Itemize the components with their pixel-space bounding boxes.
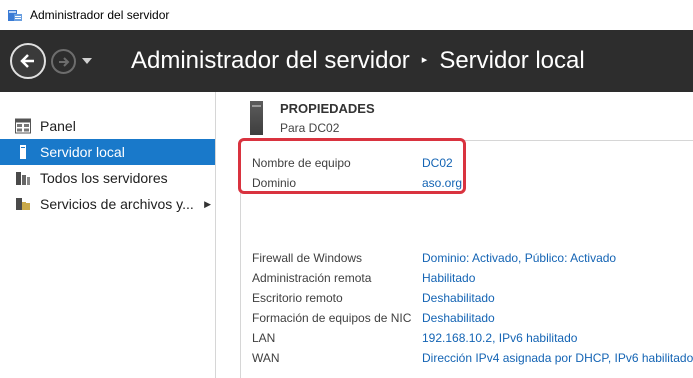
title-bar: Administrador del servidor (0, 0, 693, 30)
sidebar-item-local-server[interactable]: Servidor local (0, 139, 215, 165)
back-arrow-icon (20, 54, 34, 68)
back-button[interactable] (10, 43, 46, 79)
forward-button[interactable] (51, 49, 76, 74)
breadcrumb-separator-icon: ▸ (421, 53, 428, 66)
property-label: Formación de equipos de NIC (252, 311, 412, 325)
expand-arrow-icon[interactable]: ▶ (204, 199, 211, 210)
file-services-icon (15, 196, 31, 212)
sidebar-item-panel[interactable]: Panel (0, 113, 215, 139)
sidebar-item-label: Todos los servidores (40, 170, 168, 186)
sidebar-item-file-services[interactable]: Servicios de archivos y... ▶ (0, 191, 215, 217)
sidebar-item-label: Servicios de archivos y... (40, 196, 194, 212)
property-label: Firewall de Windows (252, 251, 363, 265)
firewall-link[interactable]: Dominio: Activado, Público: Activado (422, 251, 616, 265)
breadcrumb: Administrador del servidor ▸ Servidor lo… (131, 30, 585, 92)
sidebar-item-label: Servidor local (40, 144, 125, 160)
sidebar: Panel Servidor local Todos los servidore… (0, 92, 216, 378)
highlight-annotation (238, 138, 466, 194)
remote-management-link[interactable]: Habilitado (422, 271, 475, 285)
window-title: Administrador del servidor (30, 8, 170, 22)
servers-icon (15, 170, 31, 186)
properties-server-icon (250, 101, 263, 135)
properties-title: PROPIEDADES (280, 101, 375, 116)
forward-arrow-icon (58, 56, 69, 67)
property-row-remote-desktop: Escritorio remoto Deshabilitado (252, 291, 682, 309)
property-label: Escritorio remoto (252, 291, 343, 305)
server-icon (15, 144, 31, 160)
breadcrumb-current: Servidor local (439, 47, 585, 74)
lan-link[interactable]: 192.168.10.2, IPv6 habilitado (422, 331, 577, 345)
sidebar-item-all-servers[interactable]: Todos los servidores (0, 165, 215, 191)
dashboard-icon (15, 118, 31, 134)
property-row-firewall: Firewall de Windows Dominio: Activado, P… (252, 251, 682, 269)
property-row-wan: WAN Dirección IPv4 asignada por DHCP, IP… (252, 351, 693, 369)
history-dropdown-icon[interactable] (81, 56, 93, 66)
header-bar: Administrador del servidor ▸ Servidor lo… (0, 30, 693, 92)
property-label: LAN (252, 331, 276, 345)
property-row-remote-management: Administración remota Habilitado (252, 271, 682, 289)
sidebar-item-label: Panel (40, 118, 76, 134)
properties-subtitle: Para DC02 (280, 121, 340, 135)
wan-link[interactable]: Dirección IPv4 asignada por DHCP, IPv6 h… (422, 351, 693, 365)
server-manager-app-icon (8, 10, 22, 21)
property-row-lan: LAN 192.168.10.2, IPv6 habilitado (252, 331, 682, 349)
property-label: WAN (252, 351, 280, 365)
property-label: Administración remota (252, 271, 372, 285)
property-row-nic-teaming: Formación de equipos de NIC Deshabilitad… (252, 311, 682, 329)
remote-desktop-link[interactable]: Deshabilitado (422, 291, 495, 305)
breadcrumb-root[interactable]: Administrador del servidor (131, 47, 410, 75)
main-panel: PROPIEDADES Para DC02 Nombre de equipo D… (216, 92, 693, 378)
nic-teaming-link[interactable]: Deshabilitado (422, 311, 495, 325)
